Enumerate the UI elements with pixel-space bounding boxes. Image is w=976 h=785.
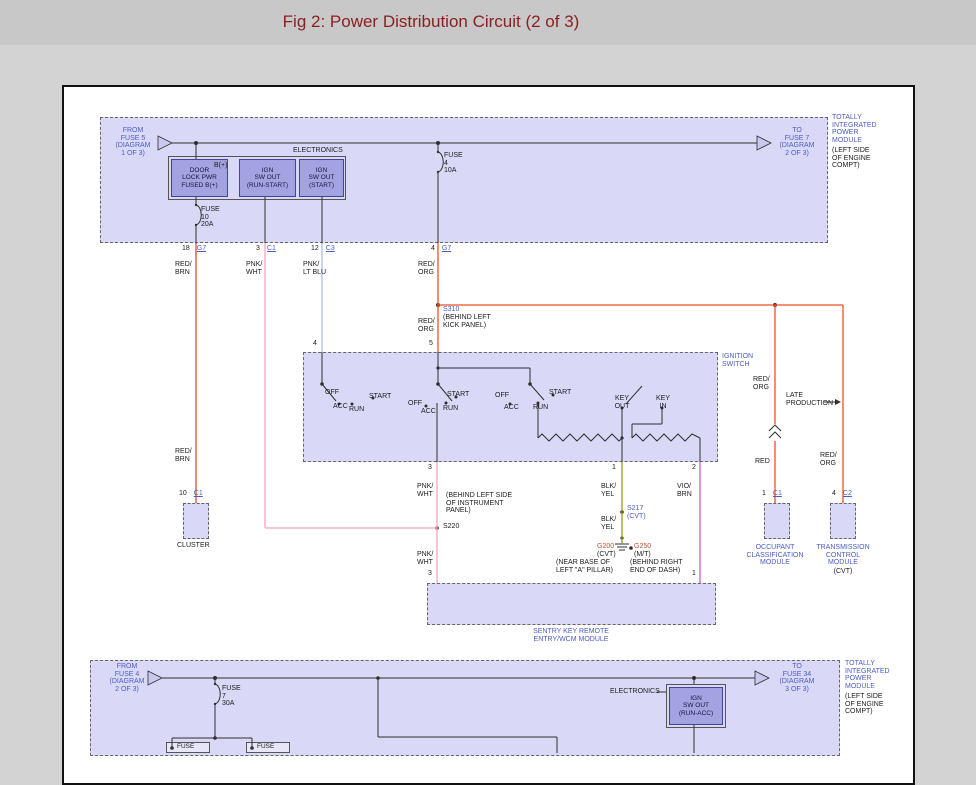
switch-pos-run: RUN <box>443 405 458 413</box>
ign-sw-out-run-acc-pin-box: IGN SW OUT (RUN-ACC) <box>669 687 723 725</box>
tipm-top-location: (LEFT SIDE OF ENGINE COMPT) <box>832 147 871 170</box>
tipm-bottom-location: (LEFT SIDE OF ENGINE COMPT) <box>845 693 884 716</box>
tipm-pin-18: 18 G7 <box>182 245 206 253</box>
cluster-label: CLUSTER <box>177 542 210 550</box>
wire-label-blk-yel-low: BLK/ YEL <box>601 516 616 531</box>
page: { "header": {"title": "Fig 2: Power Dist… <box>0 0 976 753</box>
ign-sw-out-run-start-pin-box: IGN SW OUT (RUN-START) <box>239 159 296 197</box>
switch-pos-off: OFF <box>408 400 422 408</box>
tipm-top-name: TOTALLY INTEGRATED POWER MODULE <box>832 114 877 144</box>
tcm-pin-4: 4 C2 <box>832 490 852 498</box>
wire-label-pnk-wht-top: PNK/ WHT <box>246 261 262 276</box>
ground-g200-sub: (CVT) <box>597 551 616 559</box>
splice-s310-location: (BEHIND LEFT KICK PANEL) <box>443 314 491 329</box>
ground-g250-location: (BEHIND RIGHT END OF DASH) <box>630 559 683 574</box>
tcm-sub-label: (CVT) <box>803 568 883 576</box>
title-bar: Fig 2: Power Distribution Circuit (2 of … <box>0 0 976 45</box>
wire-label-red-org-tcm: RED/ ORG <box>820 452 837 467</box>
to-fuse7-ref: TO FUSE 7 (DIAGRAM 2 OF 3) <box>774 127 820 157</box>
ocm-pin-1: 1 C1 <box>762 490 782 498</box>
tcm-label: TRANSMISSION CONTROL MODULE <box>803 544 883 567</box>
sentry-pin-3: 3 <box>428 570 432 578</box>
fuse-partial-label-1: FUSE <box>177 743 194 750</box>
pin-number: 4 <box>431 245 435 253</box>
wire-label-pnk-wht-mid: PNK/ WHT <box>417 483 433 498</box>
wire-label-red-org-s310: RED/ ORG <box>418 318 435 333</box>
ground-g250: G250 <box>634 543 651 551</box>
cluster-pin-10: 10 C1 <box>179 490 203 498</box>
connector-code: C1 <box>267 245 276 253</box>
fuse4-label: FUSE 4 10A <box>444 152 463 175</box>
tcm-box <box>830 503 856 539</box>
late-production-note: LATE PRODUCTION <box>786 392 833 407</box>
splice-s310: S310 <box>443 306 459 314</box>
switch-pos-start: START <box>549 389 571 397</box>
sentry-module-label: SENTRY KEY REMOTE ENTRY/WCM MODULE <box>471 628 671 643</box>
key-out-label: KEY OUT <box>612 395 632 410</box>
ign-sw-out-start-pin-box: IGN SW OUT (START) <box>299 159 344 197</box>
ocm-box <box>764 503 790 539</box>
wire-label-red-org-right: RED/ ORG <box>753 376 770 391</box>
fuse7-label: FUSE 7 30A <box>222 685 241 708</box>
sentry-key-module-box <box>427 583 716 625</box>
switch-pos-acc: ACC <box>333 403 348 411</box>
ignition-pin-5: 5 <box>429 340 433 348</box>
pin-number: 12 <box>311 245 319 253</box>
sentry-pin-1: 1 <box>692 570 696 578</box>
connector-code: C2 <box>843 490 852 498</box>
switch-pos-start: START <box>369 393 391 401</box>
wire-label-red-org-top: RED/ ORG <box>418 261 435 276</box>
tipm-bottom-name: TOTALLY INTEGRATED POWER MODULE <box>845 660 890 690</box>
switch-pos-run: RUN <box>533 404 548 412</box>
fuse10-label: FUSE 10 20A <box>201 206 220 229</box>
key-in-label: KEY IN <box>655 395 671 410</box>
switch-pos-start: START <box>447 391 469 399</box>
ignition-switch-label: IGNITION SWITCH <box>722 353 753 368</box>
ground-g200: G200 <box>597 543 614 551</box>
switch-pos-run: RUN <box>349 406 364 414</box>
tipm-pin-12: 12 C3 <box>311 245 335 253</box>
connector-code: C1 <box>773 490 782 498</box>
wire-label-red: RED <box>755 458 770 466</box>
ignition-pin-3: 3 <box>428 464 432 472</box>
electronics-label-bottom: ELECTRONICS <box>610 688 660 696</box>
connector-code: G7 <box>442 245 451 253</box>
pin-number: 18 <box>182 245 190 253</box>
wire-label-red-brn-top: RED/ BRN <box>175 261 192 276</box>
ignition-pin-1: 1 <box>612 464 616 472</box>
wire-label-vio-brn: VIO/ BRN <box>677 483 692 498</box>
tipm-pin-3: 3 C1 <box>256 245 276 253</box>
electronics-label-top: ELECTRONICS <box>293 147 343 155</box>
splice-s220-location: (BEHIND LEFT SIDE OF INSTRUMENT PANEL) <box>446 492 512 515</box>
switch-pos-acc: ACC <box>504 404 519 412</box>
b-plus-label: B(+) <box>214 162 227 170</box>
fuse-partial-label-2: FUSE <box>257 743 274 750</box>
ignition-pin-4: 4 <box>313 340 317 348</box>
switch-pos-off: OFF <box>495 392 509 400</box>
from-fuse4-ref: FROM FUSE 4 (DIAGRAM 2 OF 3) <box>104 663 150 693</box>
splice-s217: S217 (CVT) <box>627 505 646 520</box>
tipm-pin-4: 4 G7 <box>431 245 451 253</box>
wire-label-red-brn-low: RED/ BRN <box>175 448 192 463</box>
wire-label-pnk-wht-low: PNK/ WHT <box>417 551 433 566</box>
wire-label-blk-yel-up: BLK/ YEL <box>601 483 616 498</box>
connector-code: G7 <box>197 245 206 253</box>
wire-label-pnk-lt-blu: PNK/ LT BLU <box>303 261 326 276</box>
splice-s220: S220 <box>443 523 459 531</box>
pin-number: 10 <box>179 490 187 498</box>
to-fuse34-ref: TO FUSE 34 (DIAGRAM 3 OF 3) <box>774 663 820 693</box>
connector-code: C3 <box>326 245 335 253</box>
switch-pos-off: OFF <box>325 389 339 397</box>
cluster-box <box>183 503 209 539</box>
ground-g200-location: (NEAR BASE OF LEFT "A" PILLAR) <box>556 559 613 574</box>
ground-g250-sub: (M/T) <box>634 551 651 559</box>
pin-number: 4 <box>832 490 836 498</box>
figure-title: Fig 2: Power Distribution Circuit (2 of … <box>0 12 862 32</box>
pin-number: 1 <box>762 490 766 498</box>
switch-pos-acc: ACC <box>421 408 436 416</box>
connector-code: C1 <box>194 490 203 498</box>
from-fuse5-ref: FROM FUSE 5 (DIAGRAM 1 OF 3) <box>110 127 156 157</box>
ignition-pin-2: 2 <box>692 464 696 472</box>
pin-number: 3 <box>256 245 260 253</box>
